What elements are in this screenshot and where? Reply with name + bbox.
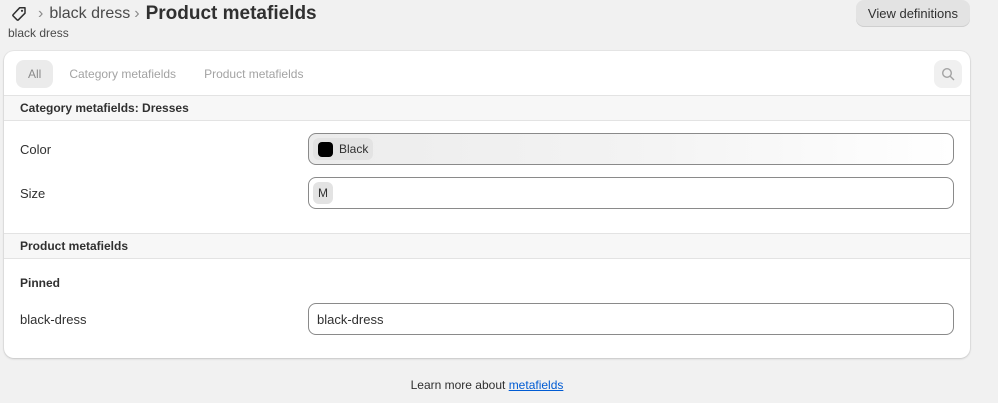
breadcrumb: › black dress › Product metafields [10,2,317,26]
page-subtitle: black dress [8,26,69,40]
size-label: Size [20,186,46,201]
black-dress-value: black-dress [317,311,384,327]
category-section-header: Category metafields: Dresses [4,95,970,121]
metafields-card: All Category metafields Product metafiel… [4,51,970,358]
page-title: Product metafields [145,3,317,24]
black-dress-label: black-dress [20,312,87,327]
page-header: › black dress › Product metafields black… [0,0,998,46]
breadcrumb-product-link[interactable]: black dress [49,5,130,23]
footer-help: Learn more about metafields [0,378,974,392]
filter-tabs: All Category metafields Product metafiel… [4,51,970,96]
breadcrumb-separator-icon: › [38,5,44,22]
size-chip[interactable]: M [313,182,333,204]
color-chip[interactable]: Black [313,138,374,160]
view-definitions-button[interactable]: View definitions [855,0,970,27]
footer-text: Learn more about [410,378,506,392]
color-label: Color [20,142,52,157]
size-field[interactable]: M [308,177,954,209]
search-icon [941,67,955,81]
color-value: Black [339,142,369,156]
color-field[interactable]: Black [308,133,954,165]
color-swatch [318,141,333,157]
pinned-label: Pinned [20,276,61,290]
product-section-header: Product metafields [4,233,970,259]
tab-product-metafields[interactable]: Product metafields [192,60,315,88]
breadcrumb-separator-icon: › [134,5,140,22]
metafields-link[interactable]: metafields [509,378,564,392]
tag-icon[interactable] [10,5,28,23]
tab-all[interactable]: All [16,59,54,88]
black-dress-field[interactable]: black-dress [308,303,954,335]
search-button[interactable] [934,60,962,88]
tab-category-metafields[interactable]: Category metafields [57,60,188,88]
